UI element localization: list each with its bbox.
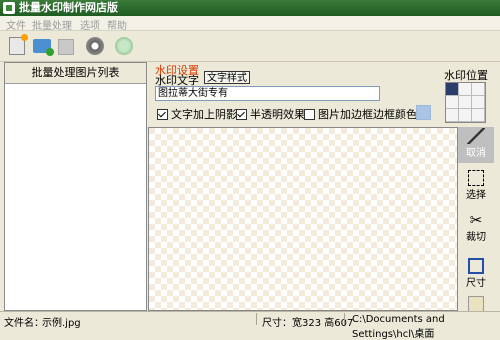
border-color-swatch[interactable] <box>416 105 431 120</box>
new-icon[interactable] <box>9 34 28 55</box>
border-label: 图片加边框 <box>318 108 373 121</box>
size-label: 尺寸 <box>466 278 486 289</box>
title-bar: 批量水印制作网店版 <box>0 0 500 16</box>
border-checkbox[interactable] <box>304 108 315 120</box>
edit-icon <box>468 296 484 312</box>
status-bar: 文件名： 示例.jpg 尺寸：宽323 高607 C:\Documents an… <box>0 311 500 340</box>
select-tool[interactable]: 选择 <box>460 170 492 201</box>
border-color-label: 边框颜色 <box>373 108 417 121</box>
position-cell-middle-left[interactable] <box>446 96 459 109</box>
run-icon[interactable] <box>115 37 133 55</box>
image-preview-canvas[interactable] <box>148 127 458 311</box>
watermark-text-input[interactable]: 图拉蒂大街专有 <box>155 86 380 101</box>
cursor-icon <box>467 128 485 144</box>
settings-icon[interactable] <box>86 37 104 55</box>
cancel-label: 取消 <box>466 148 486 159</box>
watermark-position-label: 水印位置 <box>444 69 488 82</box>
border-option[interactable]: 图片加边框 <box>304 106 373 122</box>
transparency-label: 半透明效果 <box>250 108 305 121</box>
crop-tool[interactable]: ✂ 裁切 <box>460 212 492 243</box>
image-list-header: 批量处理图片列表 <box>5 63 146 84</box>
crop-label: 裁切 <box>466 232 486 243</box>
transparency-checkbox[interactable] <box>236 108 247 120</box>
position-cell-bottom-left[interactable] <box>446 109 459 122</box>
filename-label: 文件名： <box>4 318 44 329</box>
toolbar <box>0 31 500 62</box>
position-cell-top-right[interactable] <box>472 83 485 96</box>
filename-value: 示例.jpg <box>42 318 81 329</box>
menu-file[interactable]: 文件 <box>6 17 26 32</box>
open-icon[interactable] <box>33 39 54 56</box>
menu-bar: 文件 批量处理 选项 帮助 <box>0 16 500 32</box>
status-separator <box>256 313 257 325</box>
size-tool[interactable]: 尺寸 <box>460 258 492 289</box>
image-list-panel[interactable]: 批量处理图片列表 <box>4 62 147 311</box>
save-icon[interactable] <box>58 39 74 55</box>
select-icon <box>468 170 484 186</box>
menu-options[interactable]: 选项 <box>80 17 100 32</box>
text-style-button[interactable]: 文字样式 <box>204 71 250 84</box>
status-separator <box>344 313 345 325</box>
image-size: 尺寸：宽323 高607 <box>262 318 354 329</box>
position-cell-bottom-center[interactable] <box>459 109 472 122</box>
shadow-option[interactable]: 文字加上阴影 <box>157 106 237 122</box>
position-cell-middle-right[interactable] <box>472 96 485 109</box>
app-icon <box>3 2 15 14</box>
current-path: C:\Documents and Settings\hcl\桌面 <box>352 314 445 340</box>
shadow-checkbox[interactable] <box>157 108 168 120</box>
edit-tool[interactable] <box>460 296 492 312</box>
menu-help[interactable]: 帮助 <box>107 17 127 32</box>
cancel-tool[interactable]: 取消 <box>460 128 492 159</box>
select-label: 选择 <box>466 190 486 201</box>
scissors-icon: ✂ <box>469 211 483 229</box>
menu-batch[interactable]: 批量处理 <box>32 17 72 32</box>
position-cell-bottom-right[interactable] <box>472 109 485 122</box>
window-title: 批量水印制作网店版 <box>19 1 118 14</box>
transparency-option[interactable]: 半透明效果 <box>236 106 305 122</box>
resize-icon <box>468 258 484 274</box>
position-cell-top-left[interactable] <box>446 83 459 96</box>
position-cell-top-center[interactable] <box>459 83 472 96</box>
position-cell-center[interactable] <box>459 96 472 109</box>
watermark-position-grid[interactable] <box>445 82 486 123</box>
shadow-label: 文字加上阴影 <box>171 108 237 121</box>
